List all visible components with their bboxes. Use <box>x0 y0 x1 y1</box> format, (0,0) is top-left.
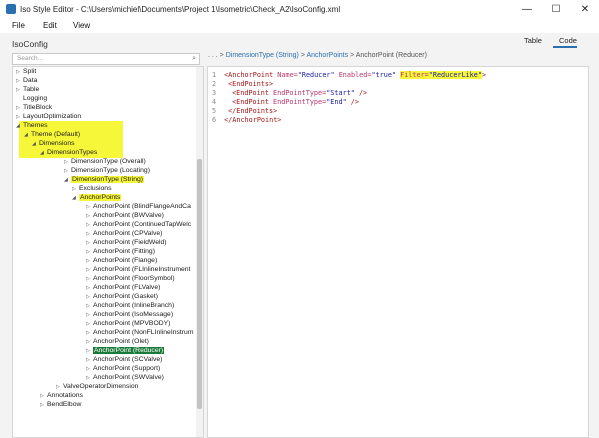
app-icon <box>6 4 16 14</box>
tree-item[interactable]: ▷ AnchorPoint (BlindFlangeAndCa <box>86 202 191 211</box>
tree-item[interactable]: ▷ AnchorPoint (InlineBranch) <box>86 301 174 310</box>
tree-item[interactable]: ▷ AnchorPoint (Olet) <box>86 337 149 346</box>
tree-item[interactable]: ◢ Themes <box>16 121 48 130</box>
window-title: Iso Style Editor - C:\Users\michiel\Docu… <box>20 5 341 14</box>
chevron-down-icon: ◢ <box>40 150 44 156</box>
breadcrumb-separator: > <box>300 52 305 59</box>
tree-item[interactable]: ▷ AnchorPoint (FLInlineInstrument <box>86 265 190 274</box>
tree-item[interactable]: ▷ AnchorPoint (SWValve) <box>86 373 164 382</box>
chevron-down-icon: ◢ <box>32 141 36 147</box>
breadcrumb-current: AnchorPoint (Reducer) <box>355 52 427 59</box>
tree-item[interactable]: ▷ AnchorPoint (Support) <box>86 364 160 373</box>
code-line: 6 </AnchorPoint> <box>212 116 282 124</box>
tab-table[interactable]: Table <box>524 36 542 45</box>
app-body: IsoConfig Table Code Search... ⌕ . . . >… <box>0 33 599 438</box>
tree-item-selected[interactable]: ▷ AnchorPoint (Reducer) <box>86 346 165 355</box>
code-editor[interactable]: 1 <AnchorPoint Name="Reducer" Enabled="t… <box>207 66 589 438</box>
tree-item[interactable]: ▷ BendElbow <box>40 400 81 409</box>
tree-item[interactable]: ▷ LayoutOptimization <box>16 112 81 121</box>
code-line: 2 <EndPoints> <box>212 80 274 88</box>
tab-code[interactable]: Code <box>559 36 577 45</box>
chevron-right-icon: ▷ <box>40 402 44 408</box>
tree-item[interactable]: ◢ DimensionType (String) <box>64 175 145 184</box>
search-icon: ⌕ <box>192 55 196 62</box>
tree-item[interactable]: ▷ AnchorPoint (Flange) <box>86 256 157 265</box>
chevron-down-icon: ◢ <box>24 132 28 138</box>
tree-item[interactable]: ◢ AnchorPoints <box>72 193 122 202</box>
tree-item[interactable]: ▷ AnchorPoint (Fitting) <box>86 247 155 256</box>
tree-item[interactable]: ▷ Table <box>16 85 39 94</box>
tree-item[interactable]: ▷ Annotations <box>40 391 83 400</box>
menu-bar: File Edit View <box>0 19 599 33</box>
code-line: 3 <EndPoint EndPointType="Start" /> <box>212 89 368 97</box>
app-title: IsoConfig <box>12 39 48 49</box>
tree-item[interactable]: ▷ Data <box>16 76 37 85</box>
search-placeholder: Search... <box>17 55 44 62</box>
tree-item[interactable]: ▷ AnchorPoint (NonFLInlineInstrum <box>86 328 194 337</box>
menu-view[interactable]: View <box>73 21 90 30</box>
close-button[interactable]: ✕ <box>571 0 599 19</box>
tree-item[interactable]: ▷ AnchorPoint (Gasket) <box>86 292 158 301</box>
tree-scroll-thumb[interactable] <box>197 159 202 409</box>
tree-item[interactable]: ▷ AnchorPoint (MPVBODY) <box>86 319 170 328</box>
tree-item[interactable]: ▷ AnchorPoint (SCValve) <box>86 355 162 364</box>
tree-item[interactable]: ▷ AnchorPoint (FloorSymbol) <box>86 274 175 283</box>
tree-item[interactable]: ▷ Split <box>16 67 36 76</box>
tree-item[interactable]: ◢ DimensionTypes <box>40 148 97 157</box>
tree-item[interactable]: ▷ AnchorPoint (ContinuedTapWelc <box>86 220 191 229</box>
breadcrumb: . . . > DimensionType (String) > AnchorP… <box>208 52 427 59</box>
tab-code-underline <box>553 46 577 48</box>
chevron-down-icon: ◢ <box>16 123 20 129</box>
tree-item[interactable]: ▷ DimensionType (Overall) <box>64 157 146 166</box>
tree-item[interactable]: ◢ Dimensions <box>32 139 75 148</box>
breadcrumb-separator: > <box>350 52 355 59</box>
tree-item[interactable]: Logging <box>16 94 47 103</box>
tree-item[interactable]: ◢ Theme (Default) <box>24 130 80 139</box>
breadcrumb-anchorpoints[interactable]: AnchorPoints <box>306 52 348 59</box>
tree-item[interactable]: ▷ TitleBlock <box>16 103 52 112</box>
title-bar: Iso Style Editor - C:\Users\michiel\Docu… <box>0 0 599 20</box>
tree-item[interactable]: ▷ AnchorPoint (CPValve) <box>86 229 162 238</box>
tree-item[interactable]: ▷ Exclusions <box>72 184 112 193</box>
tree-item[interactable]: ▷ AnchorPoint (FLValve) <box>86 283 160 292</box>
menu-file[interactable]: File <box>12 21 25 30</box>
breadcrumb-ellipsis[interactable]: . . . > <box>208 52 224 59</box>
minimize-button[interactable]: — <box>513 0 541 19</box>
tree-item[interactable]: ▷ DimensionType (Locating) <box>64 166 150 175</box>
code-line: 4 <EndPoint EndPointType="End" /> <box>212 98 359 106</box>
code-line: 5 </EndPoints> <box>212 107 278 115</box>
tree-scrollbar[interactable] <box>196 67 203 437</box>
chevron-down-icon: ◢ <box>64 177 68 183</box>
code-line: 1 <AnchorPoint Name="Reducer" Enabled="t… <box>212 71 487 79</box>
tree-item[interactable]: ▷ ValveOperatorDimension <box>56 382 138 391</box>
tree-item[interactable]: ▷ AnchorPoint (FieldWeld) <box>86 238 167 247</box>
tree-item[interactable]: ▷ AnchorPoint (IsoMessage) <box>86 310 173 319</box>
config-tree[interactable]: ▷ Split ▷ Data ▷ Table Logging ▷ TitleBlock … <box>12 66 204 438</box>
chevron-down-icon: ◢ <box>72 195 76 201</box>
breadcrumb-dimensiontype[interactable]: DimensionType (String) <box>226 52 299 59</box>
tree-item[interactable]: ▷ AnchorPoint (BWValve) <box>86 211 164 220</box>
maximize-button[interactable]: ☐ <box>542 0 570 19</box>
search-input[interactable]: Search... ⌕ <box>12 53 200 65</box>
menu-edit[interactable]: Edit <box>43 21 57 30</box>
